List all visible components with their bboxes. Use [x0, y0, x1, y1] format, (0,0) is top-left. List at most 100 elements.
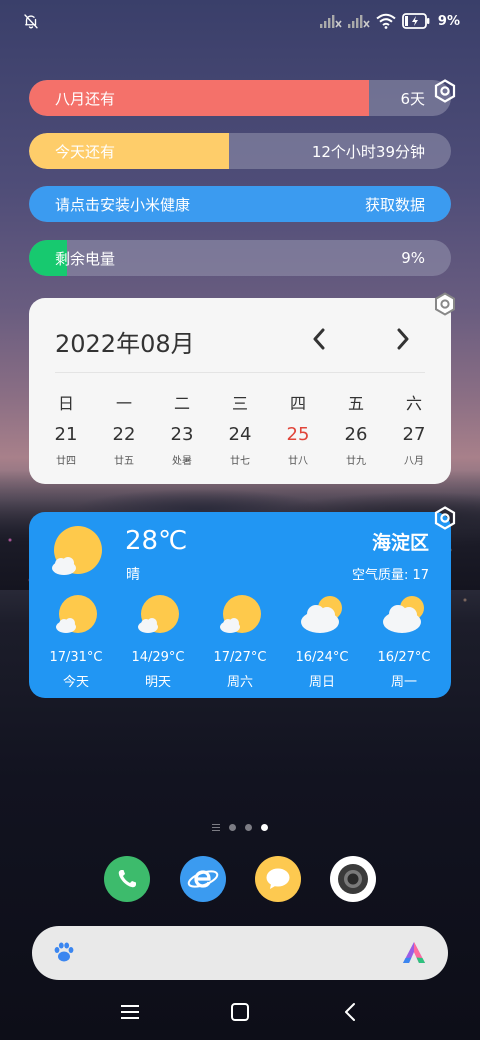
calendar-day-cell-today[interactable]: 四 25 廿八 [269, 390, 327, 467]
day-remaining-bar[interactable]: 今天还有 12个小时39分钟 [29, 133, 451, 169]
forecast-temp: 14/29°C [131, 650, 185, 665]
battery-percent: 9% [437, 13, 460, 29]
calendar-widget[interactable]: 2022年08月 日 21 廿四 一 22 廿五 二 23 处暑 三 24 廿七 [29, 298, 451, 484]
day-number-today: 25 [286, 424, 310, 445]
paw-search-icon [54, 942, 74, 962]
air-quality: 空气质量: 17 [351, 568, 429, 583]
month-remaining-bar[interactable]: 八月还有 6天 [29, 80, 451, 116]
calendar-day-cell[interactable]: 五 26 廿九 [327, 390, 385, 467]
page-indicator[interactable] [0, 824, 480, 831]
forecast-day-label: 周六 [226, 675, 253, 690]
calendar-day-cell[interactable]: 二 23 处暑 [153, 390, 211, 467]
signal-icon [319, 15, 342, 28]
forecast-day: 16/27°C 周一 [363, 594, 445, 690]
cloudy-sun-icon [383, 596, 424, 633]
phone-handset-icon [118, 870, 136, 888]
weekday-label: 五 [347, 394, 364, 413]
forecast-temp: 17/31°C [49, 650, 103, 665]
weekday-label: 日 [57, 394, 74, 413]
status-bar: 9% [0, 0, 480, 40]
page-dot-active[interactable] [261, 824, 268, 831]
wifi-icon [376, 13, 396, 29]
search-bar[interactable] [32, 926, 448, 980]
calendar-day-cell[interactable]: 日 21 廿四 [37, 390, 95, 467]
battery-remaining-value: 9% [401, 249, 425, 267]
signal-icon [347, 15, 370, 28]
browser-app-icon[interactable] [180, 856, 226, 902]
navigation-bar [0, 996, 480, 1028]
home-square-icon [231, 1003, 249, 1021]
calendar-day-cell[interactable]: 三 24 廿七 [211, 390, 269, 467]
chevron-left-icon [313, 328, 325, 350]
forecast-temp: 17/27°C [213, 650, 267, 665]
calendar-day-cell[interactable]: 一 22 廿五 [95, 390, 153, 467]
status-icons: 9% [319, 12, 460, 30]
health-label: 请点击安装小米健康 [55, 195, 191, 214]
forecast-temp: 16/27°C [377, 650, 431, 665]
weather-settings-icon[interactable] [433, 506, 457, 530]
month-remaining-value: 6天 [400, 89, 425, 108]
app-drawer-indicator-icon[interactable] [212, 824, 220, 831]
recents-button[interactable] [118, 1000, 142, 1024]
month-remaining-label: 八月还有 [55, 89, 116, 108]
calendar-day-cell[interactable]: 六 27 八月 [385, 390, 443, 467]
lunar-date: 廿五 [114, 456, 134, 467]
day-number: 27 [402, 424, 426, 445]
widget-settings-icon[interactable] [433, 79, 457, 103]
battery-remaining-bar[interactable]: 剩余电量 9% [29, 240, 451, 276]
health-bar[interactable]: 请点击安装小米健康 获取数据 [29, 186, 451, 222]
page-dot[interactable] [245, 824, 252, 831]
forecast-day-label: 周日 [308, 675, 335, 690]
lunar-date: 廿七 [230, 456, 250, 467]
calendar-prev-button[interactable] [307, 326, 331, 352]
messages-app-icon[interactable] [255, 856, 301, 902]
lunar-date: 廿八 [288, 456, 308, 467]
weekday-label: 六 [405, 394, 422, 413]
page-dot[interactable] [229, 824, 236, 831]
phone-app-icon[interactable] [104, 856, 150, 902]
assistant-logo-icon[interactable] [400, 939, 428, 967]
lunar-date: 处暑 [172, 456, 192, 467]
day-number: 24 [228, 424, 252, 445]
chevron-right-icon [397, 328, 409, 350]
day-number: 23 [170, 424, 194, 445]
current-temperature: 28℃ [125, 526, 188, 556]
forecast-day: 17/27°C 周六 [199, 594, 281, 690]
forecast-day: 14/29°C 明天 [117, 594, 199, 690]
day-number: 22 [112, 424, 136, 445]
calendar-settings-icon[interactable] [433, 292, 457, 316]
menu-lines-icon [121, 1005, 139, 1019]
camera-lens-icon [338, 864, 368, 894]
lunar-date: 八月 [404, 456, 424, 467]
calendar-divider [55, 372, 425, 373]
weekday-label: 三 [231, 394, 248, 413]
battery-remaining-label: 剩余电量 [55, 249, 116, 268]
weather-condition: 晴 [126, 567, 140, 583]
lunar-date: 廿四 [56, 456, 76, 467]
lunar-date: 廿九 [346, 456, 366, 467]
weekday-label: 一 [115, 394, 132, 413]
home-button[interactable] [228, 1000, 252, 1024]
sunny-cloud-icon [138, 595, 179, 633]
back-button[interactable] [338, 1000, 362, 1024]
forecast-row: 17/31°C 今天 14/29°C 明天 17/27°C 周六 16/24°C… [35, 594, 445, 690]
weekday-label: 四 [289, 394, 306, 413]
forecast-temp: 16/24°C [295, 650, 349, 665]
bell-off-icon [24, 14, 38, 29]
battery-charging-icon [402, 13, 430, 29]
day-number: 21 [54, 424, 78, 445]
sunny-cloud-icon [56, 595, 97, 633]
weather-widget[interactable]: 28℃ 晴 海淀区 空气质量: 17 17/31°C 今天 14/29°C 明天 [29, 512, 451, 698]
day-remaining-label: 今天还有 [55, 142, 116, 161]
weather-location: 海淀区 [371, 532, 429, 554]
health-value: 获取数据 [364, 195, 425, 214]
weekday-label: 二 [173, 394, 190, 413]
chat-bubble-icon [266, 868, 290, 889]
forecast-day-label: 周一 [390, 675, 417, 690]
camera-app-icon[interactable] [330, 856, 376, 902]
sunny-cloud-icon [220, 595, 261, 633]
calendar-week-grid: 日 21 廿四 一 22 廿五 二 23 处暑 三 24 廿七 四 25 廿八 … [37, 390, 443, 467]
calendar-next-button[interactable] [391, 326, 415, 352]
forecast-day: 16/24°C 周日 [281, 594, 363, 690]
back-chevron-icon [345, 1003, 355, 1021]
